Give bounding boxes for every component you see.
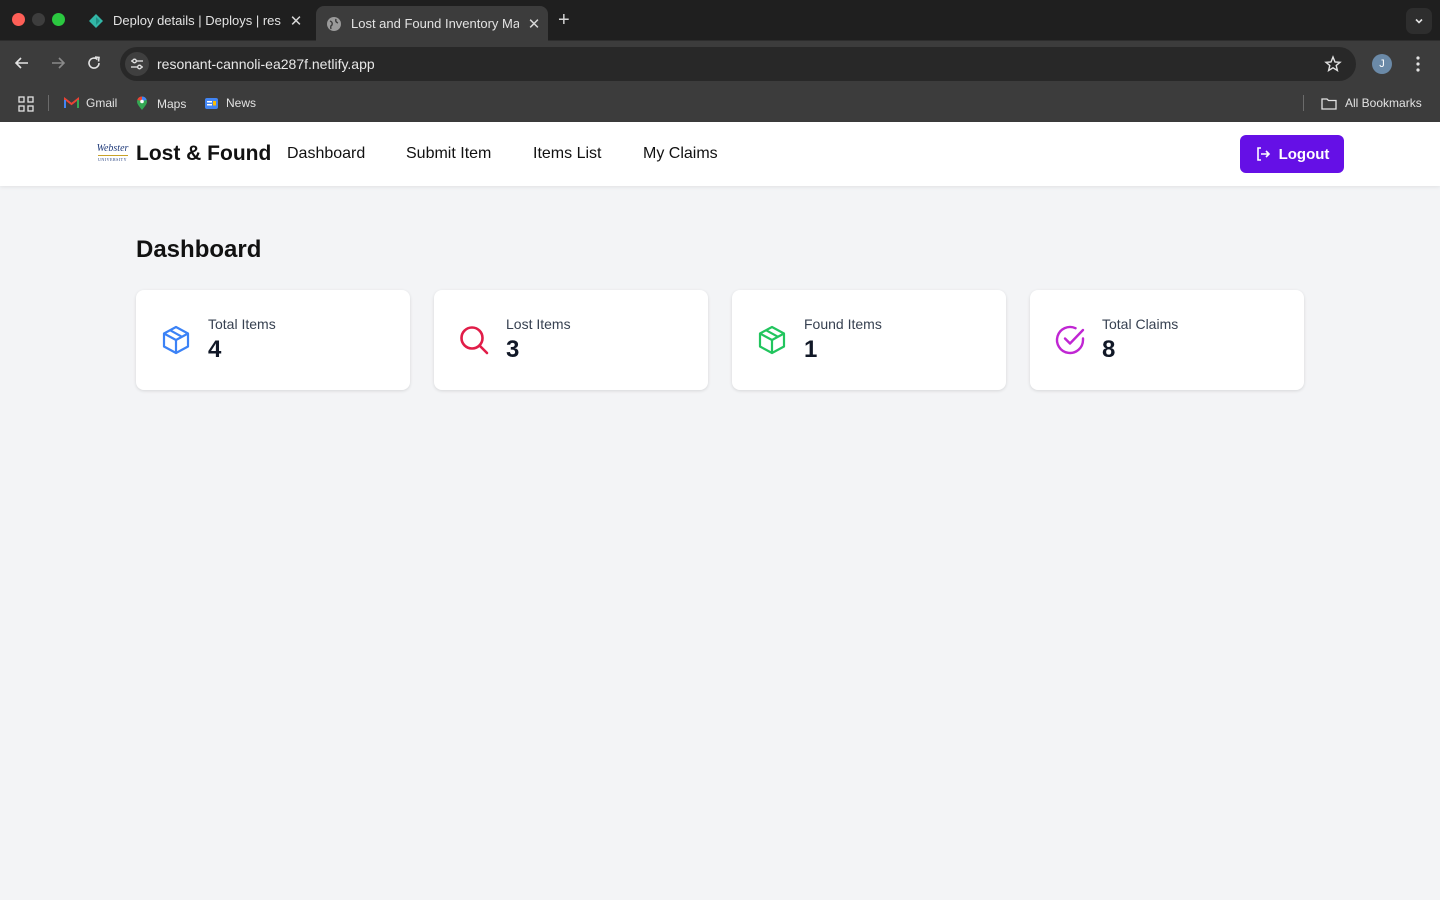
bookmark-star-icon[interactable] [1324,55,1342,73]
box-icon [758,325,786,355]
page-title: Dashboard [136,236,262,263]
profile-avatar[interactable]: J [1372,54,1392,74]
tab-title: Deploy details | Deploys | reso [113,13,281,28]
stat-card-lost-items: Lost Items 3 [434,290,708,390]
maps-icon [137,96,147,110]
brand-title[interactable]: Lost & Found [136,142,271,166]
logout-icon [1256,147,1270,161]
back-arrow-icon[interactable] [12,53,32,73]
nav-dashboard[interactable]: Dashboard [287,145,365,163]
browser-toolbar: resonant-cannoli-ea287f.netlify.app J [0,41,1440,86]
bookmarks-bar: Gmail Maps News All Bookmarks [0,86,1440,122]
tab-title: Lost and Found Inventory Man [351,16,519,31]
stat-value: 1 [804,336,818,363]
close-tab-icon[interactable]: ✕ [527,15,541,33]
check-circle-icon [1055,325,1085,355]
app-navbar: Webster UNIVERSITY Lost & Found Dashboar… [0,122,1440,186]
nav-items-list[interactable]: Items List [533,145,601,163]
forward-arrow-icon[interactable] [48,53,68,73]
logout-label: Logout [1278,145,1330,163]
bookmarks-divider [48,95,49,111]
box-icon [162,325,190,355]
address-bar[interactable]: resonant-cannoli-ea287f.netlify.app [120,47,1356,81]
bookmark-news[interactable]: News [204,96,256,110]
bookmark-label: News [226,96,257,110]
stat-card-found-items: Found Items 1 [732,290,1006,390]
minimize-window-button[interactable] [32,13,45,26]
nav-my-claims[interactable]: My Claims [643,145,718,163]
browser-tab-bar: Deploy details | Deploys | reso ✕ Lost a… [0,0,1440,41]
bookmark-maps[interactable]: Maps [136,96,186,111]
webster-university-logo: Webster UNIVERSITY [96,143,129,163]
browser-tab-deploy-details[interactable]: Deploy details | Deploys | reso ✕ [78,0,312,41]
all-bookmarks-label: All Bookmarks [1345,96,1422,110]
news-icon [205,97,218,109]
globe-icon [327,16,341,31]
all-bookmarks-folder[interactable]: All Bookmarks [1321,96,1422,110]
close-tab-icon[interactable]: ✕ [289,12,303,30]
search-icon [460,326,489,355]
stat-value: 8 [1102,336,1116,363]
url-text: resonant-cannoli-ea287f.netlify.app [157,56,375,72]
reload-icon[interactable] [84,53,104,73]
bookmark-gmail[interactable]: Gmail [64,96,117,110]
browser-tab-lost-found[interactable]: Lost and Found Inventory Man ✕ [316,6,548,41]
stat-label: Found Items [804,316,882,332]
new-tab-plus-icon[interactable]: + [558,9,570,32]
more-menu-icon[interactable] [1410,54,1426,74]
stat-label: Total Items [208,316,276,332]
stat-card-total-items: Total Items 4 [136,290,410,390]
nav-submit-item[interactable]: Submit Item [406,145,491,163]
apps-grid-icon[interactable] [18,96,34,112]
bookmark-label: Maps [157,96,187,111]
bookmark-label: Gmail [86,96,118,110]
stat-label: Lost Items [506,316,571,332]
folder-icon [1321,97,1337,110]
stat-card-total-claims: Total Claims 8 [1030,290,1304,390]
close-window-button[interactable] [12,13,25,26]
site-settings-icon[interactable] [125,52,149,76]
tab-search-chevron-icon[interactable] [1406,8,1432,34]
bookmarks-divider [1303,95,1304,111]
maximize-window-button[interactable] [52,13,65,26]
stat-label: Total Claims [1102,316,1179,332]
gmail-icon [64,97,79,108]
stat-value: 3 [506,336,520,363]
netlify-icon [89,13,103,28]
logout-button[interactable]: Logout [1240,135,1344,173]
stat-value: 4 [208,336,222,363]
